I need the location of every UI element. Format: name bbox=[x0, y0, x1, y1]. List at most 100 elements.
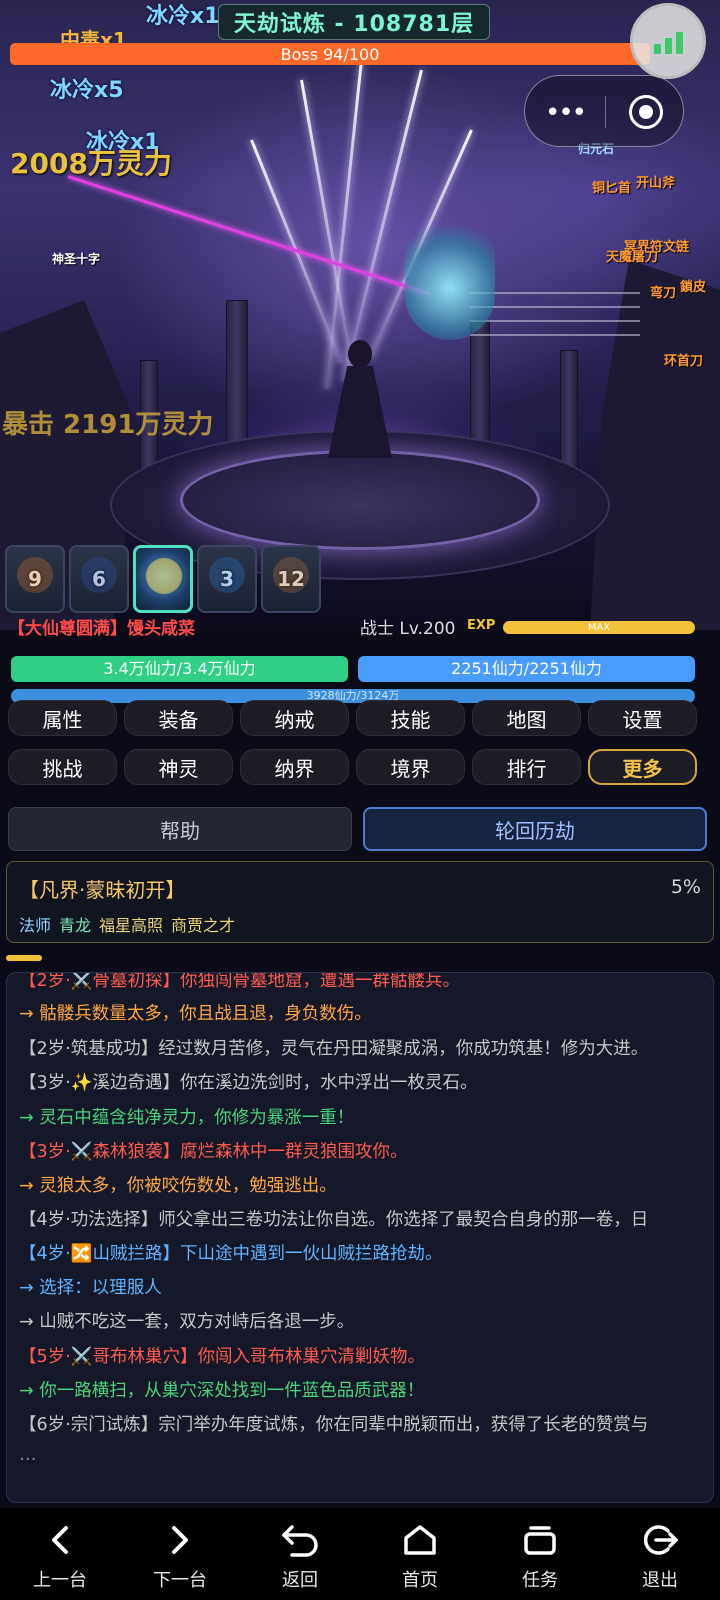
chevron-left-icon bbox=[40, 1522, 80, 1558]
log-entry: 【6岁·宗门试炼】宗门举办年度试炼，你在同辈中脱颖而出，获得了长老的赞赏与 bbox=[19, 1415, 649, 1435]
bar-chart-icon bbox=[653, 44, 661, 54]
mini-program-capsule: ••• bbox=[524, 75, 684, 147]
reincarnation-trial-button[interactable]: 轮回历劫 bbox=[363, 807, 707, 851]
log-entry: → 选择：以理服人 bbox=[19, 1278, 162, 1298]
menu-challenge-button[interactable]: 挑战 bbox=[8, 749, 117, 785]
event-log[interactable]: 【2岁·⚔️骨墓初探】你独闯骨墓地窟，遭遇一群骷髅兵。 → 骷髅兵数量太多，你且… bbox=[6, 972, 714, 1503]
nav-home-button[interactable]: 首页 bbox=[360, 1508, 480, 1600]
skill-slot[interactable]: 12 bbox=[261, 545, 321, 613]
rock-right bbox=[590, 260, 720, 630]
battle-scene: 冰冷x1 中毒x1 冰冷x5 冰冷x1 2008万灵力 神圣十字 暴击 2191… bbox=[0, 0, 720, 630]
nav-label: 下一台 bbox=[153, 1570, 207, 1591]
exp-label: EXP bbox=[467, 618, 496, 633]
log-entry: → 山贼不吃这一套，双方对峙后各退一步。 bbox=[19, 1312, 355, 1332]
log-ellipsis: … bbox=[19, 1445, 37, 1465]
player-class-level: 战士 Lv.200 bbox=[360, 619, 456, 639]
skill-slot-active[interactable] bbox=[133, 545, 193, 613]
menu-ring-storage-button[interactable]: 纳戒 bbox=[240, 700, 349, 736]
cultivation-bar: 3928仙力/3124万 bbox=[11, 689, 695, 703]
realm-percent: 5% bbox=[670, 876, 701, 898]
boss-progress-bar: Boss 94/100 bbox=[10, 43, 650, 65]
item-name-text: 开山斧 bbox=[636, 176, 676, 191]
tasks-icon bbox=[520, 1522, 560, 1558]
tag-lucky-star: 福星高照 bbox=[99, 916, 164, 935]
mp-bar: 2251仙力/2251仙力 bbox=[358, 656, 695, 682]
exp-bar: MAX bbox=[503, 621, 695, 634]
projectile-trail bbox=[470, 334, 640, 336]
nav-label: 上一台 bbox=[33, 1570, 87, 1591]
projectile-trail bbox=[470, 306, 640, 308]
nav-prev-button[interactable]: 上一台 bbox=[0, 1508, 120, 1600]
nav-tasks-button[interactable]: 任务 bbox=[480, 1508, 600, 1600]
undo-icon bbox=[280, 1522, 320, 1558]
skill-slot[interactable]: 6 bbox=[69, 545, 129, 613]
status-cold-x5-text: 冰冷x5 bbox=[50, 78, 124, 103]
home-icon bbox=[400, 1522, 440, 1558]
azure-dragon-boss[interactable] bbox=[405, 210, 495, 340]
log-entry: 【2岁·⚔️骨墓初探】你独闯骨墓地窟，遭遇一群骷髅兵。 bbox=[19, 972, 460, 991]
nav-next-button[interactable]: 下一台 bbox=[120, 1508, 240, 1600]
attack-beam bbox=[67, 175, 430, 296]
chevron-right-icon bbox=[160, 1522, 200, 1558]
menu-equipment-button[interactable]: 装备 bbox=[124, 700, 233, 736]
item-name-text: 天魔屠刀 bbox=[606, 250, 659, 265]
hp-bar: 3.4万仙力/3.4万仙力 bbox=[11, 656, 348, 682]
item-name-text: 铜匕首 bbox=[592, 181, 632, 196]
menu-more-button[interactable]: 更多 bbox=[588, 749, 697, 785]
tag-azure-dragon: 青龙 bbox=[59, 916, 92, 935]
menu-deity-button[interactable]: 神灵 bbox=[124, 749, 233, 785]
help-button[interactable]: 帮助 bbox=[8, 807, 352, 851]
realm-title: 【凡界·蒙昧初开】 bbox=[19, 878, 186, 902]
bar-chart-icon bbox=[675, 32, 683, 54]
close-target-icon[interactable] bbox=[629, 95, 663, 129]
stage-title: 天劫试炼 - 108781层 bbox=[218, 4, 490, 40]
exit-icon bbox=[640, 1522, 680, 1558]
log-entry: → 骷髅兵数量太多，你且战且退，身负数伤。 bbox=[19, 1004, 372, 1024]
player-nickname: 馒头咸菜 bbox=[127, 619, 195, 639]
item-name-text: 环首刀 bbox=[664, 354, 704, 369]
menu-realm-storage-button[interactable]: 纳界 bbox=[240, 749, 349, 785]
skill-slot[interactable]: 9 bbox=[5, 545, 65, 613]
stone-pillar bbox=[226, 300, 248, 460]
tag-merchant: 商贾之才 bbox=[171, 916, 236, 935]
meditating-cultivator bbox=[320, 340, 400, 460]
stats-button[interactable] bbox=[630, 3, 706, 79]
skill-name-text: 神圣十字 bbox=[52, 252, 101, 266]
menu-attributes-button[interactable]: 属性 bbox=[8, 700, 117, 736]
realm-tags: 法师 青龙 福星高照 商贾之才 bbox=[19, 912, 235, 936]
menu-ranking-button[interactable]: 排行 bbox=[472, 749, 581, 785]
tag-mage: 法师 bbox=[19, 916, 52, 935]
nav-label: 首页 bbox=[402, 1570, 438, 1591]
bottom-navigation: 上一台 下一台 返回 首页 任务 退出 bbox=[0, 1508, 720, 1600]
menu-map-button[interactable]: 地图 bbox=[472, 700, 581, 736]
player-name: 【大仙尊圆满】馒头咸菜 bbox=[8, 614, 195, 639]
menu-realm-button[interactable]: 境界 bbox=[356, 749, 465, 785]
skill-slot[interactable]: 3 bbox=[197, 545, 257, 613]
crit-damage-number: 暴击 2191万灵力 bbox=[2, 410, 214, 440]
magic-circle bbox=[180, 450, 540, 550]
log-entry: → 灵狼太多，你被咬伤数处，勉强逃出。 bbox=[19, 1176, 337, 1196]
item-name-text: 鎖皮 bbox=[680, 280, 707, 295]
log-entry: 【2岁·筑基成功】经过数月苦修，灵气在丹田凝聚成涡，你成功筑基！修为大进。 bbox=[19, 1039, 649, 1059]
log-entry: 【5岁·⚔️哥布林巢穴】你闯入哥布林巢穴清剿妖物。 bbox=[19, 1347, 425, 1367]
nav-label: 任务 bbox=[522, 1570, 558, 1591]
bar-chart-icon bbox=[664, 38, 672, 54]
nav-label: 退出 bbox=[642, 1570, 678, 1591]
player-title: 【大仙尊圆满】 bbox=[8, 619, 127, 639]
realm-progress-indicator bbox=[6, 955, 42, 961]
nav-back-button[interactable]: 返回 bbox=[240, 1508, 360, 1600]
status-cold-text: 冰冷x1 bbox=[146, 4, 220, 29]
damage-number: 2008万灵力 bbox=[10, 147, 172, 180]
nav-label: 返回 bbox=[282, 1570, 318, 1591]
log-entry: 【4岁·🔀山贼拦路】下山途中遇到一伙山贼拦路抢劫。 bbox=[19, 1244, 443, 1264]
more-menu-icon[interactable]: ••• bbox=[545, 98, 587, 128]
realm-panel: 【凡界·蒙昧初开】 5% 法师 青龙 福星高照 商贾之才 bbox=[6, 861, 714, 943]
log-entry: 【3岁·✨溪边奇遇】你在溪边洗剑时，水中浮出一枚灵石。 bbox=[19, 1073, 478, 1093]
menu-settings-button[interactable]: 设置 bbox=[588, 700, 697, 736]
menu-skills-button[interactable]: 技能 bbox=[356, 700, 465, 736]
projectile-trail bbox=[470, 320, 640, 322]
item-name-text: 弯刀 bbox=[650, 286, 677, 301]
log-entry: → 灵石中蕴含纯净灵力，你修为暴涨一重！ bbox=[19, 1108, 355, 1128]
log-entry: → 你一路横扫，从巢穴深处找到一件蓝色品质武器！ bbox=[19, 1381, 425, 1401]
nav-exit-button[interactable]: 退出 bbox=[600, 1508, 720, 1600]
